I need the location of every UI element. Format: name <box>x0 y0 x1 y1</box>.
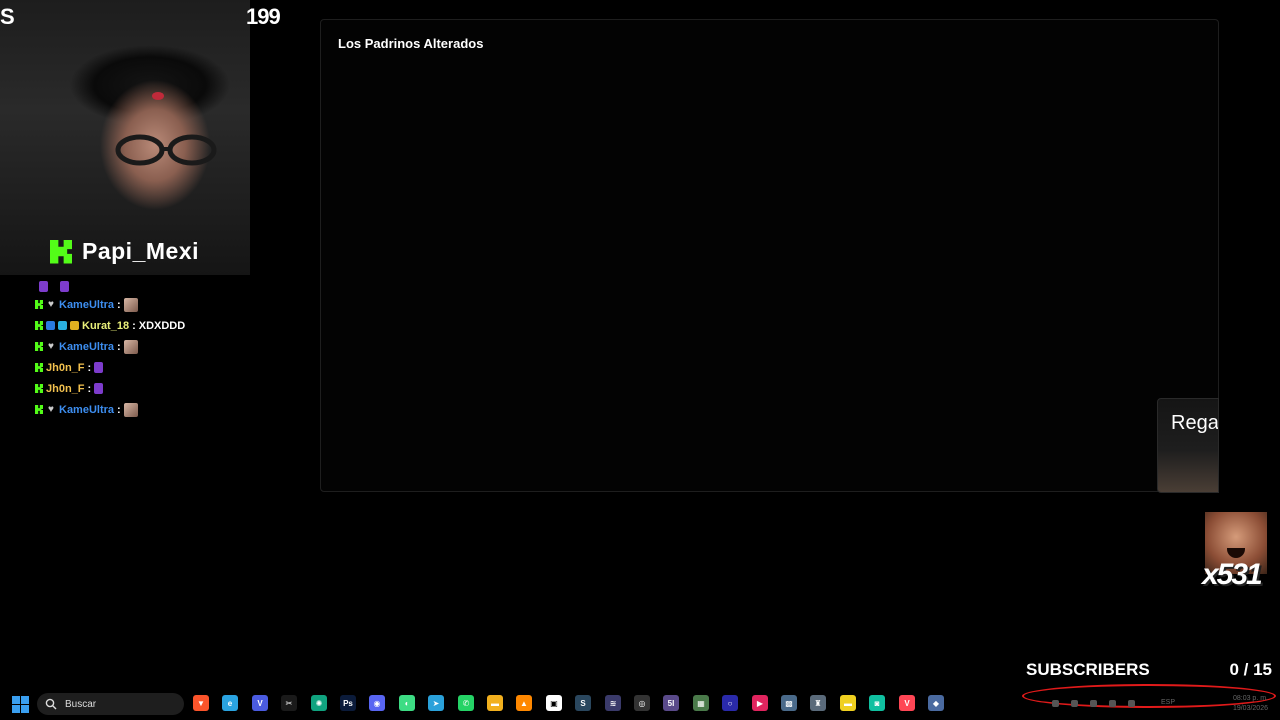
whatsapp-icon[interactable]: ✆ <box>458 695 474 711</box>
pen-icon[interactable] <box>1071 700 1078 707</box>
streamer-banner: Papi_Mexi <box>50 238 199 265</box>
overlay-text-right: 199 <box>246 4 281 29</box>
overlay-text-left: S <box>0 4 15 29</box>
chat-text: XDXDDD <box>138 319 186 332</box>
chatgpt-icon[interactable]: ✺ <box>311 695 327 711</box>
cyan-badge-icon <box>58 321 67 330</box>
main-panel: Los Padrinos Alterados Rega <box>320 19 1219 493</box>
cap-logo <box>152 92 164 100</box>
chevron-up-icon[interactable] <box>1052 700 1059 707</box>
media-player-icon[interactable]: ▶ <box>752 695 768 711</box>
paw-badge-icon: ♥ <box>48 341 54 352</box>
chat-message: ♥ KameUltra : <box>35 336 295 357</box>
chat-app-icon[interactable]: ◙ <box>869 695 885 711</box>
subscribers-count: 0 / 15 <box>1229 660 1272 679</box>
chat-separator: : <box>117 403 121 416</box>
discord-icon[interactable]: ◉ <box>369 695 385 711</box>
edge-browser-icon[interactable]: e <box>222 695 238 711</box>
side-card-label: Rega <box>1171 412 1219 434</box>
purple-emote-icon <box>60 280 69 292</box>
sticky-notes-icon[interactable]: ▬ <box>840 695 856 711</box>
chat-username: KameUltra <box>59 340 115 353</box>
kick-badge-icon <box>35 405 43 414</box>
purple-emote-icon <box>94 362 104 373</box>
steam-icon[interactable]: S <box>575 695 591 711</box>
kick-logo-icon <box>50 239 72 264</box>
subscribers-label: SUBSCRIBERS <box>1026 660 1150 679</box>
emote-counter: x531 <box>1202 512 1269 592</box>
face-emote-icon <box>123 339 138 354</box>
file-explorer-icon[interactable]: ▬ <box>487 695 503 711</box>
chat-message: ♥ KameUltra : <box>35 399 295 420</box>
webcam-feed <box>0 0 250 275</box>
obs-icon[interactable]: ◎ <box>634 695 650 711</box>
side-card[interactable]: Rega <box>1157 398 1219 493</box>
mic-icon[interactable] <box>1109 700 1116 707</box>
chat-username: KameUltra <box>59 403 115 416</box>
gold-badge-icon <box>70 321 79 330</box>
vivaldi-icon[interactable]: V <box>252 695 268 711</box>
game2-icon[interactable]: ♜ <box>810 695 826 711</box>
soundwave-icon[interactable]: ≋ <box>605 695 621 711</box>
chat-separator: : <box>117 340 121 353</box>
panel-title: Los Padrinos Alterados <box>338 36 484 51</box>
chat-message: Jh0n_F : <box>35 378 295 399</box>
vlc-icon[interactable]: ▲ <box>516 695 532 711</box>
glasses <box>115 134 217 166</box>
clock-date: 19/03/2026 <box>1232 705 1268 712</box>
streamlabs-icon[interactable]: 5I <box>663 695 679 711</box>
purple-emote-icon <box>39 280 48 292</box>
kick-badge-icon <box>35 300 43 309</box>
chat-separator: : <box>87 382 92 395</box>
valorant-icon[interactable]: V <box>899 695 915 711</box>
capcut-icon[interactable]: ✂ <box>281 695 297 711</box>
face-emote-icon <box>123 297 138 312</box>
language-indicator[interactable]: ESP <box>1161 699 1175 706</box>
android-icon[interactable]: ◐ <box>399 695 415 711</box>
kick-badge-icon <box>35 384 43 393</box>
kick-badge-icon <box>35 342 43 351</box>
blue-badge-icon <box>46 321 55 330</box>
store-icon[interactable]: ▣ <box>546 695 562 711</box>
streamer-name: Papi_Mexi <box>82 238 199 264</box>
search-icon <box>45 698 57 710</box>
face-emote-icon <box>123 402 138 417</box>
search-input[interactable] <box>63 697 177 711</box>
chat-message: Jh0n_F : <box>35 357 295 378</box>
chat-username: KameUltra <box>59 298 115 311</box>
telegram-icon[interactable]: ➤ <box>428 695 444 711</box>
subscriber-goal: SUBSCRIBERS 0 / 15 <box>1026 658 1276 680</box>
chat-separator: : <box>132 319 136 332</box>
taskbar-search[interactable] <box>37 693 184 715</box>
network-app-icon[interactable]: ◆ <box>928 695 944 711</box>
paw-badge-icon: ♥ <box>48 404 54 415</box>
purple-emote-icon <box>94 383 104 394</box>
clock-time: 08:03 p. m. <box>1232 695 1268 702</box>
kick-badge-icon <box>35 363 43 372</box>
photoshop-icon[interactable]: Ps <box>340 695 356 711</box>
chat-username: Kurat_18 <box>82 319 130 332</box>
chat-message: Kurat_18 : XDXDDD <box>35 315 295 336</box>
chat-emote-row <box>39 278 295 294</box>
brave-browser-icon[interactable]: ▼ <box>193 695 209 711</box>
game-icon[interactable]: ▩ <box>781 695 797 711</box>
chat-overlay: ♥ KameUltra : Kurat_18 : XDXDDD ♥ KameUl… <box>35 278 295 420</box>
chat-username: Jh0n_F <box>46 361 85 374</box>
system-tray-icons <box>1052 700 1135 707</box>
taskbar-clock[interactable]: 08:03 p. m. 19/03/2026 <box>1226 694 1268 714</box>
chat-message: ♥ KameUltra : <box>35 294 295 315</box>
kick-badge-icon <box>35 321 43 330</box>
mosaic-icon[interactable]: ▦ <box>693 695 709 711</box>
paw-badge-icon: ♥ <box>48 299 54 310</box>
chat-username: Jh0n_F <box>46 382 85 395</box>
chat-separator: : <box>87 361 92 374</box>
start-button[interactable] <box>12 696 29 713</box>
cloud-icon[interactable] <box>1090 700 1097 707</box>
emote-count: x531 <box>1202 558 1263 591</box>
keyboard-icon[interactable] <box>1128 700 1135 707</box>
cortana-icon[interactable]: ○ <box>722 695 738 711</box>
chat-separator: : <box>117 298 121 311</box>
